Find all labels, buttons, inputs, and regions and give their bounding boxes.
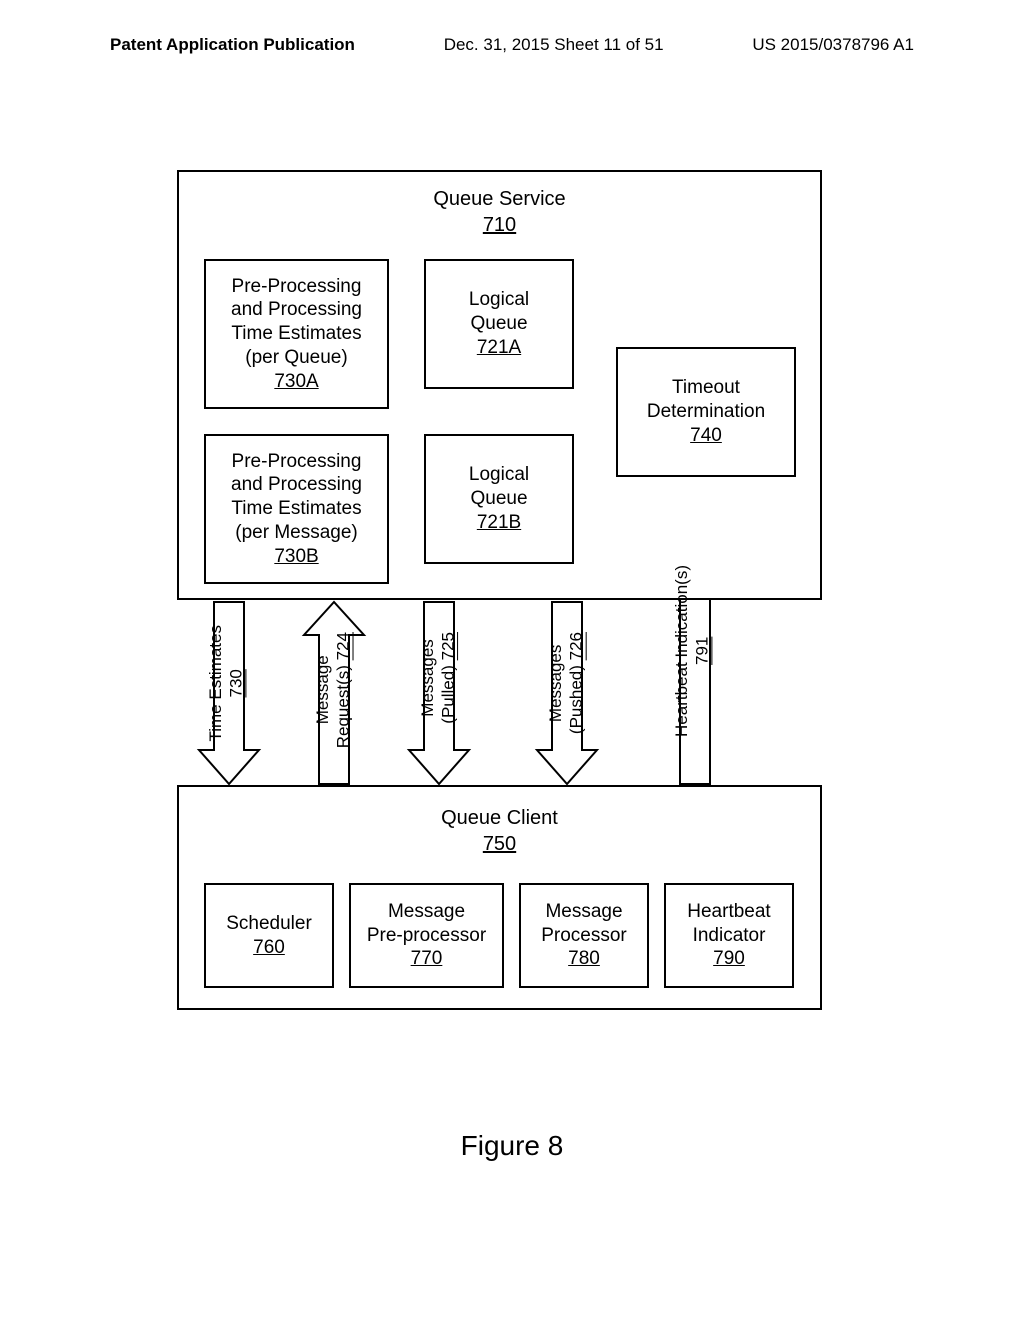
processor-box: Message Processor 780 <box>519 883 649 988</box>
diagram-container: Queue Service 710 Pre-Processing and Pro… <box>177 170 822 1015</box>
est-a-line1: Pre-Processing <box>232 275 362 299</box>
queue-service-label: Queue Service <box>433 188 565 210</box>
heartbeat-ref: 791 <box>692 637 711 665</box>
preprocessor-box: Message Pre-processor 770 <box>349 883 504 988</box>
header-right: US 2015/0378796 A1 <box>752 35 914 55</box>
msg-pulled-ref: 725 <box>438 632 457 660</box>
logical-b-line2: Queue <box>470 487 527 511</box>
preproc-line1: Message <box>388 900 465 924</box>
logical-b-line1: Logical <box>469 463 529 487</box>
arrows-svg <box>177 600 822 785</box>
msg-req-ref: 724 <box>333 632 352 660</box>
time-estimates-label: Time Estimates 730 <box>206 625 247 742</box>
queue-client-title: Queue Client 750 <box>179 805 820 857</box>
msg-pulled-text1: Messages <box>418 639 437 716</box>
header-left: Patent Application Publication <box>110 35 355 55</box>
msg-pushed-ref: 726 <box>566 632 585 660</box>
queue-client-container: Queue Client 750 Scheduler 760 Message P… <box>177 785 822 1010</box>
page-header: Patent Application Publication Dec. 31, … <box>0 35 1024 55</box>
scheduler-box: Scheduler 760 <box>204 883 334 988</box>
timeout-line2: Determination <box>647 400 765 424</box>
timeout-determination-box: Timeout Determination 740 <box>616 347 796 477</box>
messages-pushed-label: Messages (Pushed) 726 <box>546 632 587 734</box>
logical-queue-a-box: Logical Queue 721A <box>424 259 574 389</box>
est-a-line2: and Processing <box>231 298 362 322</box>
logical-a-line1: Logical <box>469 288 529 312</box>
messages-pulled-label: Messages (Pulled) 725 <box>418 632 459 724</box>
timeout-line1: Timeout <box>672 376 740 400</box>
time-est-text: Time Estimates <box>206 625 225 742</box>
logical-queue-b-box: Logical Queue 721B <box>424 434 574 564</box>
queue-client-label: Queue Client <box>441 807 558 829</box>
proc-line2: Processor <box>541 924 627 948</box>
logical-a-line2: Queue <box>470 312 527 336</box>
proc-line1: Message <box>545 900 622 924</box>
est-a-line3: Time Estimates <box>231 322 361 346</box>
queue-service-title: Queue Service 710 <box>179 186 820 238</box>
header-center: Dec. 31, 2015 Sheet 11 of 51 <box>444 35 664 55</box>
est-b-line3: Time Estimates <box>231 497 361 521</box>
msg-req-text2: Request(s) <box>333 665 352 748</box>
scheduler-label: Scheduler <box>226 912 312 936</box>
time-est-ref: 730 <box>226 669 245 697</box>
heartbeat-label: Heartbeat Indication(s) 791 <box>672 565 713 737</box>
heartbeat-indicator-box: Heartbeat Indicator 790 <box>664 883 794 988</box>
hb-line2: Indicator <box>693 924 766 948</box>
queue-service-ref: 710 <box>483 214 516 236</box>
estimates-per-message-box: Pre-Processing and Processing Time Estim… <box>204 434 389 584</box>
msg-req-text1: Message <box>313 656 332 725</box>
est-b-line2: and Processing <box>231 473 362 497</box>
proc-ref: 780 <box>568 947 600 971</box>
est-b-line4: (per Message) <box>235 521 358 545</box>
est-a-ref: 730A <box>274 370 318 394</box>
hb-ref: 790 <box>713 947 745 971</box>
logical-b-ref: 721B <box>477 511 521 535</box>
timeout-ref: 740 <box>690 424 722 448</box>
est-b-ref: 730B <box>274 545 318 569</box>
scheduler-ref: 760 <box>253 936 285 960</box>
hb-line1: Heartbeat <box>687 900 770 924</box>
msg-pushed-text1: Messages <box>546 644 565 721</box>
est-b-line1: Pre-Processing <box>232 450 362 474</box>
message-requests-label: Message Request(s) 724 <box>313 632 354 748</box>
preproc-line2: Pre-processor <box>367 924 486 948</box>
heartbeat-text: Heartbeat Indication(s) <box>672 565 691 737</box>
preproc-ref: 770 <box>411 947 443 971</box>
est-a-line4: (per Queue) <box>245 346 347 370</box>
msg-pushed-text2: (Pushed) <box>566 665 585 734</box>
queue-service-container: Queue Service 710 Pre-Processing and Pro… <box>177 170 822 600</box>
figure-label: Figure 8 <box>0 1130 1024 1162</box>
logical-a-ref: 721A <box>477 336 521 360</box>
estimates-per-queue-box: Pre-Processing and Processing Time Estim… <box>204 259 389 409</box>
msg-pulled-text2: (Pulled) <box>438 665 457 724</box>
queue-client-ref: 750 <box>483 833 516 855</box>
